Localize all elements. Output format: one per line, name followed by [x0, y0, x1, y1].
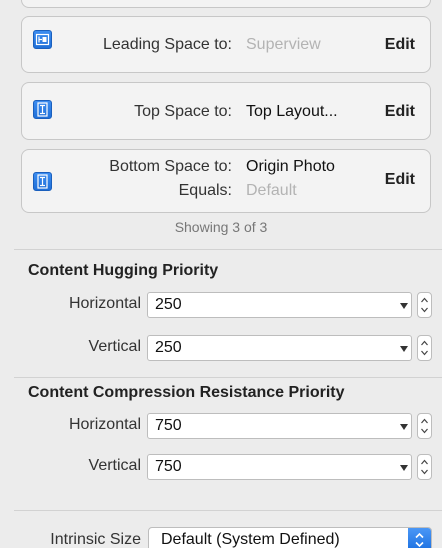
hugging-vertical-combobox[interactable]: 250: [147, 335, 412, 361]
edit-button[interactable]: Edit: [385, 36, 415, 54]
popup-button[interactable]: [408, 528, 431, 548]
constraint-target: Top Layout...: [246, 103, 338, 120]
constraint-target: Superview: [246, 36, 321, 53]
chevron-down-icon[interactable]: [400, 303, 408, 309]
constraint-label: Leading Space to:: [103, 36, 232, 53]
intrinsic-size-label: Intrinsic Size: [50, 531, 141, 548]
vertical-constraint-icon: [33, 100, 52, 119]
hugging-horizontal-combobox[interactable]: 250: [147, 292, 412, 318]
constraint-card-leading[interactable]: Leading Space to: Superview Edit: [21, 16, 431, 73]
constraint-card-top[interactable]: Top Space to: Top Layout... Edit: [21, 82, 431, 140]
stepper-arrows-icon: [421, 297, 428, 313]
constraint-card-bottom[interactable]: Bottom Space to: Origin Photo Equals: De…: [21, 149, 431, 213]
chevron-down-icon[interactable]: [400, 424, 408, 430]
combo-value: 750: [155, 458, 182, 475]
chevron-down-icon[interactable]: [400, 465, 408, 471]
chevron-down-icon[interactable]: [400, 346, 408, 352]
vertical-constraint-icon: [33, 172, 52, 191]
constraint-constant-label: Equals:: [178, 182, 232, 199]
chevron-updown-icon: [415, 532, 424, 548]
constraint-card-partial: [21, 0, 431, 8]
leading-constraint-icon: [33, 30, 52, 49]
hugging-vertical-stepper[interactable]: [417, 335, 432, 361]
stepper-arrows-icon: [421, 418, 428, 434]
constraint-target: Origin Photo: [246, 158, 335, 175]
compression-resistance-title: Content Compression Resistance Priority: [28, 384, 345, 401]
combo-value: 750: [155, 417, 182, 434]
divider: [14, 249, 442, 250]
constraint-label: Bottom Space to:: [109, 158, 232, 175]
constraint-label: Top Space to:: [134, 103, 232, 120]
hugging-horizontal-label: Horizontal: [68, 295, 141, 312]
compression-vertical-stepper[interactable]: [417, 454, 432, 480]
edit-button[interactable]: Edit: [385, 171, 415, 189]
compression-horizontal-combobox[interactable]: 750: [147, 413, 412, 439]
showing-count: Showing 3 of 3: [174, 219, 268, 235]
edit-button[interactable]: Edit: [385, 103, 415, 121]
content-hugging-title: Content Hugging Priority: [28, 262, 219, 279]
constraint-constant-value: Default: [246, 182, 297, 199]
combo-value: 250: [155, 296, 182, 313]
popup-value: Default (System Defined): [161, 531, 340, 548]
stepper-arrows-icon: [421, 459, 428, 475]
compression-horizontal-label: Horizontal: [68, 416, 141, 433]
combo-value: 250: [155, 339, 182, 356]
divider: [14, 510, 442, 511]
hugging-vertical-label: Vertical: [88, 338, 141, 355]
divider: [14, 377, 442, 378]
compression-horizontal-stepper[interactable]: [417, 413, 432, 439]
intrinsic-size-popup[interactable]: Default (System Defined): [148, 527, 432, 548]
compression-vertical-combobox[interactable]: 750: [147, 454, 412, 480]
hugging-horizontal-stepper[interactable]: [417, 292, 432, 318]
stepper-arrows-icon: [421, 340, 428, 356]
compression-vertical-label: Vertical: [88, 457, 141, 474]
